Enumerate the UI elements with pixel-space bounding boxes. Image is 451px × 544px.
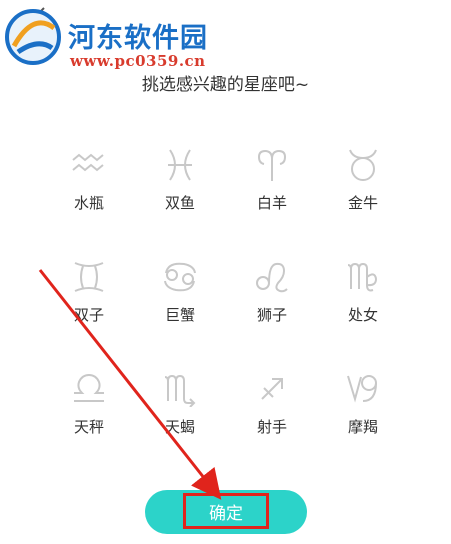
sign-label: 天秤 [73,418,104,436]
sign-label: 白羊 [256,194,287,212]
gemini-icon [74,262,104,292]
sign-label: 天蝎 [164,418,195,436]
sign-aries[interactable]: 白羊 [232,147,312,237]
sign-aquarius[interactable]: 水瓶 [49,147,129,237]
aries-icon [257,149,287,181]
sign-sagittarius[interactable]: 射手 [232,371,312,461]
sign-scorpio[interactable]: 天蝎 [140,371,220,461]
confirm-button[interactable]: 确定 [145,490,307,534]
zodiac-grid: 水瓶 双鱼 白羊 金牛 双子 巨蟹 狮子 处女 天秤 天蝎 射手 摩羯 [0,0,451,544]
sign-label: 双子 [73,306,104,324]
sign-label: 双鱼 [164,194,195,212]
sign-label: 巨蟹 [164,306,195,324]
sign-pisces[interactable]: 双鱼 [140,147,220,237]
sign-cancer[interactable]: 巨蟹 [140,259,220,349]
virgo-icon [347,262,378,292]
sign-label: 金牛 [347,194,378,212]
aquarius-icon [72,153,104,172]
sagittarius-icon [261,378,283,400]
confirm-label: 确定 [183,493,269,529]
sign-capricorn[interactable]: 摩羯 [323,371,403,461]
sign-libra[interactable]: 天秤 [49,371,129,461]
sign-label: 射手 [256,418,287,436]
sign-virgo[interactable]: 处女 [323,259,403,349]
sign-label: 狮子 [256,306,287,324]
pisces-icon [168,149,192,181]
sign-label: 处女 [347,306,378,324]
sign-leo[interactable]: 狮子 [232,259,312,349]
leo-icon [256,262,288,293]
cancer-icon [164,262,196,292]
sign-label: 摩羯 [347,418,378,436]
taurus-icon [349,149,377,181]
libra-icon [74,373,104,402]
sign-label: 水瓶 [73,194,104,212]
capricorn-icon [347,375,377,403]
scorpio-icon [164,374,196,407]
sign-gemini[interactable]: 双子 [49,259,129,349]
sign-taurus[interactable]: 金牛 [323,147,403,237]
